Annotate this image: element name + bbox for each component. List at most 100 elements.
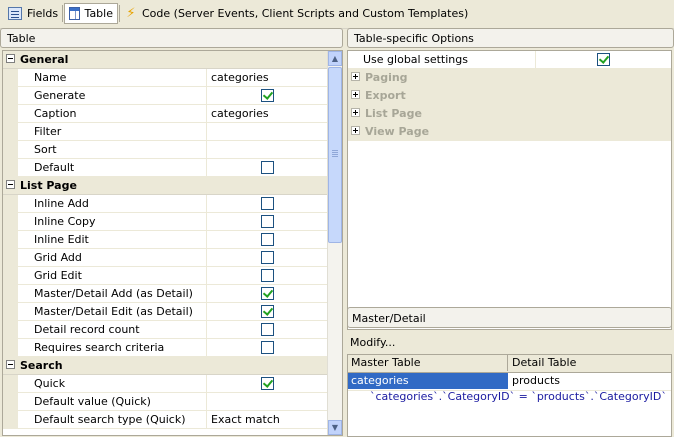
row-gutter	[3, 213, 18, 230]
row-gutter	[3, 267, 18, 284]
property-checkbox[interactable]	[261, 323, 274, 336]
tab-fields[interactable]: Fields	[4, 3, 62, 24]
row-gutter	[3, 411, 18, 428]
collapse-icon[interactable]	[6, 180, 15, 189]
master-detail-header-row: Master Table Detail Table	[348, 355, 671, 373]
option-category-view-page[interactable]: View Page	[348, 123, 671, 141]
row-gutter	[3, 249, 18, 266]
property-value[interactable]: categories	[208, 105, 329, 122]
master-table-cell[interactable]: categories	[348, 373, 508, 389]
property-name: Master/Detail Edit (as Detail)	[19, 303, 207, 320]
property-checkbox[interactable]	[261, 269, 274, 282]
property-checkbox[interactable]	[261, 89, 274, 102]
property-checkbox[interactable]	[261, 287, 274, 300]
property-value[interactable]	[208, 303, 329, 320]
property-value[interactable]	[208, 375, 329, 392]
property-row[interactable]: Grid Add	[3, 249, 329, 267]
property-row[interactable]: Name categories	[3, 69, 329, 87]
row-gutter	[3, 231, 18, 248]
row-gutter	[3, 159, 18, 176]
category-list-page[interactable]: List Page	[3, 177, 329, 195]
property-checkbox[interactable]	[261, 161, 274, 174]
property-row[interactable]: Caption categories	[3, 105, 329, 123]
collapse-icon[interactable]	[6, 360, 15, 369]
property-row[interactable]: Default search type (Quick) Exact match	[3, 411, 329, 429]
vertical-scrollbar[interactable]: ▲ ▼	[327, 51, 342, 435]
property-row[interactable]: Master/Detail Add (as Detail)	[3, 285, 329, 303]
scroll-up-button[interactable]: ▲	[328, 51, 342, 66]
property-name: Filter	[19, 123, 207, 140]
property-value[interactable]: categories	[208, 69, 329, 86]
property-row[interactable]: Detail record count	[3, 321, 329, 339]
property-value[interactable]	[208, 195, 329, 212]
row-gutter	[3, 285, 18, 302]
category-search[interactable]: Search	[3, 357, 329, 375]
property-value[interactable]	[208, 285, 329, 302]
scroll-down-button[interactable]: ▼	[328, 420, 342, 435]
property-value[interactable]	[208, 159, 329, 176]
property-value[interactable]	[208, 393, 329, 410]
master-table-column[interactable]: Master Table	[348, 355, 508, 371]
property-name: Caption	[19, 105, 207, 122]
row-gutter	[3, 105, 18, 122]
modify-link[interactable]: Modify...	[350, 335, 395, 351]
property-name: Grid Add	[19, 249, 207, 266]
property-checkbox[interactable]	[261, 305, 274, 318]
property-row[interactable]: Generate	[3, 87, 329, 105]
property-name: Generate	[19, 87, 207, 104]
property-row[interactable]: Inline Add	[3, 195, 329, 213]
table-options-header: Table-specific Options	[347, 28, 674, 48]
property-checkbox[interactable]	[261, 215, 274, 228]
property-value[interactable]	[208, 321, 329, 338]
property-name: Detail record count	[19, 321, 207, 338]
property-checkbox[interactable]	[261, 341, 274, 354]
property-value[interactable]	[208, 87, 329, 104]
property-grid: General Name categories Generate Caption cate…	[2, 50, 343, 436]
tab-code[interactable]: ⚡ Code (Server Events, Client Scripts an…	[121, 3, 472, 24]
scroll-thumb[interactable]	[328, 67, 342, 243]
expand-icon[interactable]	[351, 108, 360, 117]
toolbar: Fields Table ⚡ Code (Server Events, Clie…	[0, 0, 674, 29]
property-checkbox[interactable]	[261, 233, 274, 246]
detail-table-cell[interactable]: products	[509, 373, 560, 389]
use-global-settings-row[interactable]: Use global settings	[348, 51, 671, 69]
expand-icon[interactable]	[351, 126, 360, 135]
property-row[interactable]: Master/Detail Edit (as Detail)	[3, 303, 329, 321]
collapse-icon[interactable]	[6, 54, 15, 63]
option-category-paging[interactable]: Paging	[348, 69, 671, 87]
property-checkbox[interactable]	[261, 197, 274, 210]
detail-table-column[interactable]: Detail Table	[509, 355, 576, 371]
property-value[interactable]	[208, 213, 329, 230]
property-checkbox[interactable]	[261, 377, 274, 390]
use-global-settings-label: Use global settings	[363, 51, 536, 68]
property-row[interactable]: Grid Edit	[3, 267, 329, 285]
option-category-list-page[interactable]: List Page	[348, 105, 671, 123]
property-name: Requires search criteria	[19, 339, 207, 356]
property-row[interactable]: Inline Edit	[3, 231, 329, 249]
table-panel-header: Table	[0, 28, 343, 48]
property-checkbox[interactable]	[261, 251, 274, 264]
property-value[interactable]: Exact match	[208, 411, 329, 428]
property-value[interactable]	[208, 249, 329, 266]
expand-icon[interactable]	[351, 90, 360, 99]
property-value[interactable]	[208, 123, 329, 140]
expand-icon[interactable]	[351, 72, 360, 81]
tab-table[interactable]: Table	[64, 3, 118, 24]
property-row[interactable]: Default value (Quick)	[3, 393, 329, 411]
property-value[interactable]	[208, 267, 329, 284]
property-name: Default value (Quick)	[19, 393, 207, 410]
property-row[interactable]: Inline Copy	[3, 213, 329, 231]
property-value[interactable]	[208, 231, 329, 248]
use-global-settings-checkbox[interactable]	[597, 53, 610, 66]
property-row[interactable]: Requires search criteria	[3, 339, 329, 357]
property-row[interactable]: Filter	[3, 123, 329, 141]
property-row[interactable]: Default	[3, 159, 329, 177]
property-value[interactable]	[208, 141, 329, 158]
category-general[interactable]: General	[3, 51, 329, 69]
option-category-export[interactable]: Export	[348, 87, 671, 105]
property-row[interactable]: Quick	[3, 375, 329, 393]
category-label: General	[20, 53, 69, 66]
property-row[interactable]: Sort	[3, 141, 329, 159]
property-value[interactable]	[208, 339, 329, 356]
row-gutter	[3, 141, 18, 158]
